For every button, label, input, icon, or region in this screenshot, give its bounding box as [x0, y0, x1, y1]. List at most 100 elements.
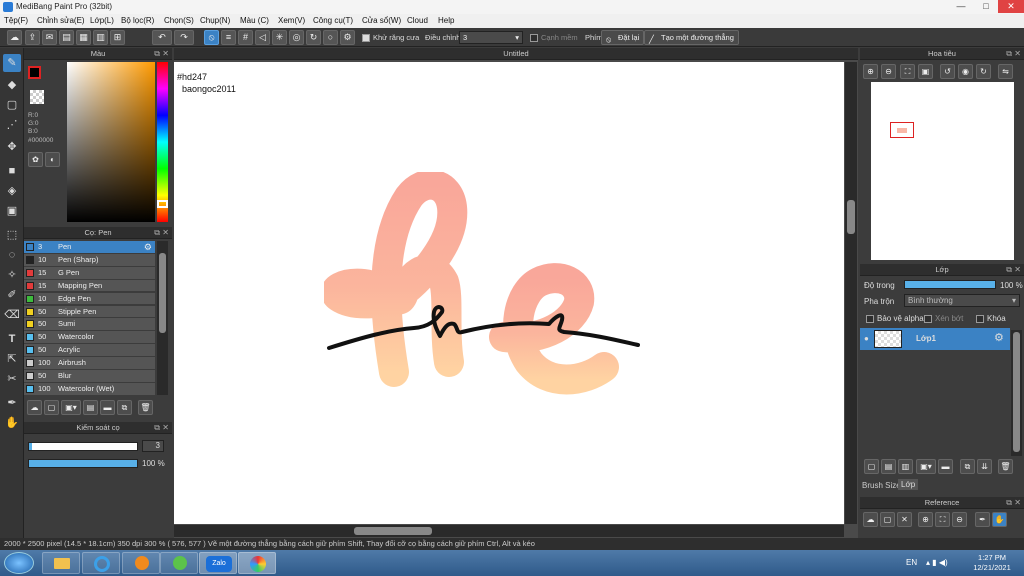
- page-icon[interactable]: ▥: [93, 30, 108, 45]
- brush-item-pen-sharp[interactable]: 10 Pen (Sharp): [24, 253, 155, 267]
- foreground-color-swatch[interactable]: [28, 66, 41, 79]
- brush-item-g-pen[interactable]: 15 G Pen: [24, 266, 155, 280]
- divide-tool-icon[interactable]: ✂: [3, 370, 21, 388]
- duplicate-icon[interactable]: ⧉: [117, 400, 132, 415]
- protect-alpha-checkbox[interactable]: Bảo vệ alpha: [866, 314, 924, 323]
- blend-mode-select[interactable]: Bình thường ▾: [904, 294, 1020, 307]
- menu-view[interactable]: Xem(V): [278, 16, 305, 25]
- correction-select[interactable]: 3 ▾: [459, 31, 523, 44]
- clipping-checkbox[interactable]: Xén bớt: [924, 314, 963, 323]
- soft-edge-checkbox[interactable]: Cạnh mềm: [530, 33, 578, 43]
- move-tool-icon[interactable]: ✥: [3, 138, 21, 156]
- app-c-icon[interactable]: [160, 552, 198, 574]
- zoom-out-icon[interactable]: ⊖: [881, 64, 896, 79]
- open-image-icon[interactable]: ▢: [880, 512, 895, 527]
- rectangle-tool-icon[interactable]: ▢: [3, 96, 21, 114]
- close-button[interactable]: ✕: [998, 0, 1024, 13]
- select-pen-tool-icon[interactable]: ✐: [3, 286, 21, 304]
- popout-icon[interactable]: ⧉: [154, 227, 160, 239]
- cloud-download-icon[interactable]: ☁: [863, 512, 878, 527]
- duplicate-layer-icon[interactable]: ⧉: [960, 459, 975, 474]
- menu-layer[interactable]: Lớp(L): [90, 16, 114, 25]
- cloud-download-icon[interactable]: ☁: [27, 400, 42, 415]
- add-brush-icon[interactable]: ▣▾: [61, 400, 81, 415]
- menu-select[interactable]: Chọn(S): [164, 16, 194, 25]
- language-indicator[interactable]: EN: [906, 558, 917, 567]
- brush-item-edge-pen[interactable]: 10 Edge Pen: [24, 292, 155, 306]
- medibang-app-icon[interactable]: [238, 552, 276, 574]
- brush-size-value[interactable]: 3: [142, 440, 164, 452]
- curve-snap-icon[interactable]: ↻: [306, 30, 321, 45]
- layer-opacity-slider[interactable]: [904, 280, 996, 289]
- brush-tool-icon[interactable]: ✎: [3, 54, 21, 72]
- new-layer-icon[interactable]: ▢: [864, 459, 879, 474]
- add-layer-menu-icon[interactable]: ▣▾: [916, 459, 936, 474]
- eyedropper-tool-icon[interactable]: ✒: [3, 394, 21, 412]
- brush-item-pen[interactable]: 3 Pen ⚙: [24, 241, 155, 254]
- eye-icon[interactable]: ●: [864, 334, 869, 343]
- brush-opacity-slider[interactable]: [28, 459, 138, 468]
- layer-folder-icon[interactable]: ▬: [938, 459, 953, 474]
- start-button[interactable]: [4, 552, 34, 574]
- antialias-checkbox[interactable]: Khử răng cưa: [362, 33, 419, 43]
- brush-item-blur[interactable]: 50 Blur: [24, 370, 155, 383]
- menu-tools[interactable]: Công cụ(T): [313, 16, 353, 25]
- layer-settings-icon[interactable]: ⚙: [994, 331, 1004, 344]
- layout-icon[interactable]: ▤: [59, 30, 74, 45]
- radial-snap-icon[interactable]: ✳: [272, 30, 287, 45]
- popout-icon[interactable]: ⧉: [1006, 497, 1012, 509]
- zoom-in-icon[interactable]: ⊕: [863, 64, 878, 79]
- close-icon[interactable]: ✕: [162, 48, 169, 60]
- fit-icon[interactable]: ⛶: [900, 64, 915, 79]
- tab-layer[interactable]: Lớp: [898, 479, 919, 490]
- gradient-tool-icon[interactable]: ▣: [3, 202, 21, 220]
- color-wheel-icon[interactable]: ◐: [45, 152, 60, 167]
- close-icon[interactable]: ✕: [1014, 497, 1021, 509]
- layer-scrollbar-thumb[interactable]: [1013, 332, 1020, 452]
- palette-icon[interactable]: ✿: [28, 152, 43, 167]
- minimize-button[interactable]: —: [948, 0, 974, 13]
- fit-icon[interactable]: ⛶: [935, 512, 950, 527]
- saturation-value-picker[interactable]: [67, 62, 155, 222]
- magic-wand-tool-icon[interactable]: ✧: [3, 266, 21, 284]
- new-8bit-layer-icon[interactable]: ▥: [898, 459, 913, 474]
- layer-row[interactable]: ● Lớp1 ⚙: [860, 328, 1010, 350]
- close-reference-icon[interactable]: ✕: [897, 512, 912, 527]
- hue-slider-handle[interactable]: [157, 200, 168, 208]
- grid-icon[interactable]: ⊞: [110, 30, 125, 45]
- close-icon[interactable]: ✕: [162, 422, 169, 434]
- horizontal-scrollbar-thumb[interactable]: [354, 527, 432, 535]
- brush-item-watercolor-wet[interactable]: 100 Watercolor (Wet): [24, 382, 155, 396]
- internet-explorer-icon[interactable]: [82, 552, 120, 574]
- ellipse-snap-icon[interactable]: ○: [323, 30, 338, 45]
- lock-checkbox[interactable]: Khóa: [976, 314, 1006, 323]
- delete-layer-icon[interactable]: 🗑: [998, 459, 1013, 474]
- close-icon[interactable]: ✕: [1014, 264, 1021, 276]
- brush-item-watercolor[interactable]: 50 Watercolor: [24, 331, 155, 345]
- maximize-button[interactable]: □: [973, 0, 999, 13]
- concentric-snap-icon[interactable]: ◎: [289, 30, 304, 45]
- brush-item-airbrush[interactable]: 100 Airbrush: [24, 357, 155, 370]
- hue-slider[interactable]: [157, 62, 168, 222]
- layout2-icon[interactable]: ▦: [76, 30, 91, 45]
- popout-icon[interactable]: ⧉: [154, 48, 160, 60]
- comment-icon[interactable]: ✉: [42, 30, 57, 45]
- hand-icon[interactable]: ✋: [992, 512, 1007, 527]
- brush-item-acrylic[interactable]: 50 Acrylic: [24, 344, 155, 357]
- close-icon[interactable]: ✕: [1014, 48, 1021, 60]
- merge-layer-icon[interactable]: ⇊: [977, 459, 992, 474]
- menu-color[interactable]: Màu (C): [240, 16, 269, 25]
- settings-snap-icon[interactable]: ⚙: [340, 30, 355, 45]
- select-tool-icon[interactable]: ⬚: [3, 226, 21, 244]
- popout-icon[interactable]: ⧉: [1006, 264, 1012, 276]
- actual-size-icon[interactable]: ▣: [918, 64, 933, 79]
- select-eraser-tool-icon[interactable]: ⌫: [3, 306, 21, 324]
- menu-edit[interactable]: Chỉnh sửa(E): [37, 16, 85, 25]
- drawing-canvas[interactable]: #hd247 baongoc2011: [174, 62, 844, 524]
- zoom-out-icon[interactable]: ⊖: [952, 512, 967, 527]
- parallel-snap-icon[interactable]: ≡: [221, 30, 236, 45]
- brush-item-sumi[interactable]: 50 Sumi: [24, 318, 155, 332]
- popout-icon[interactable]: ⧉: [154, 422, 160, 434]
- rotate-left-icon[interactable]: ↺: [940, 64, 955, 79]
- brush-size-slider[interactable]: [28, 442, 138, 451]
